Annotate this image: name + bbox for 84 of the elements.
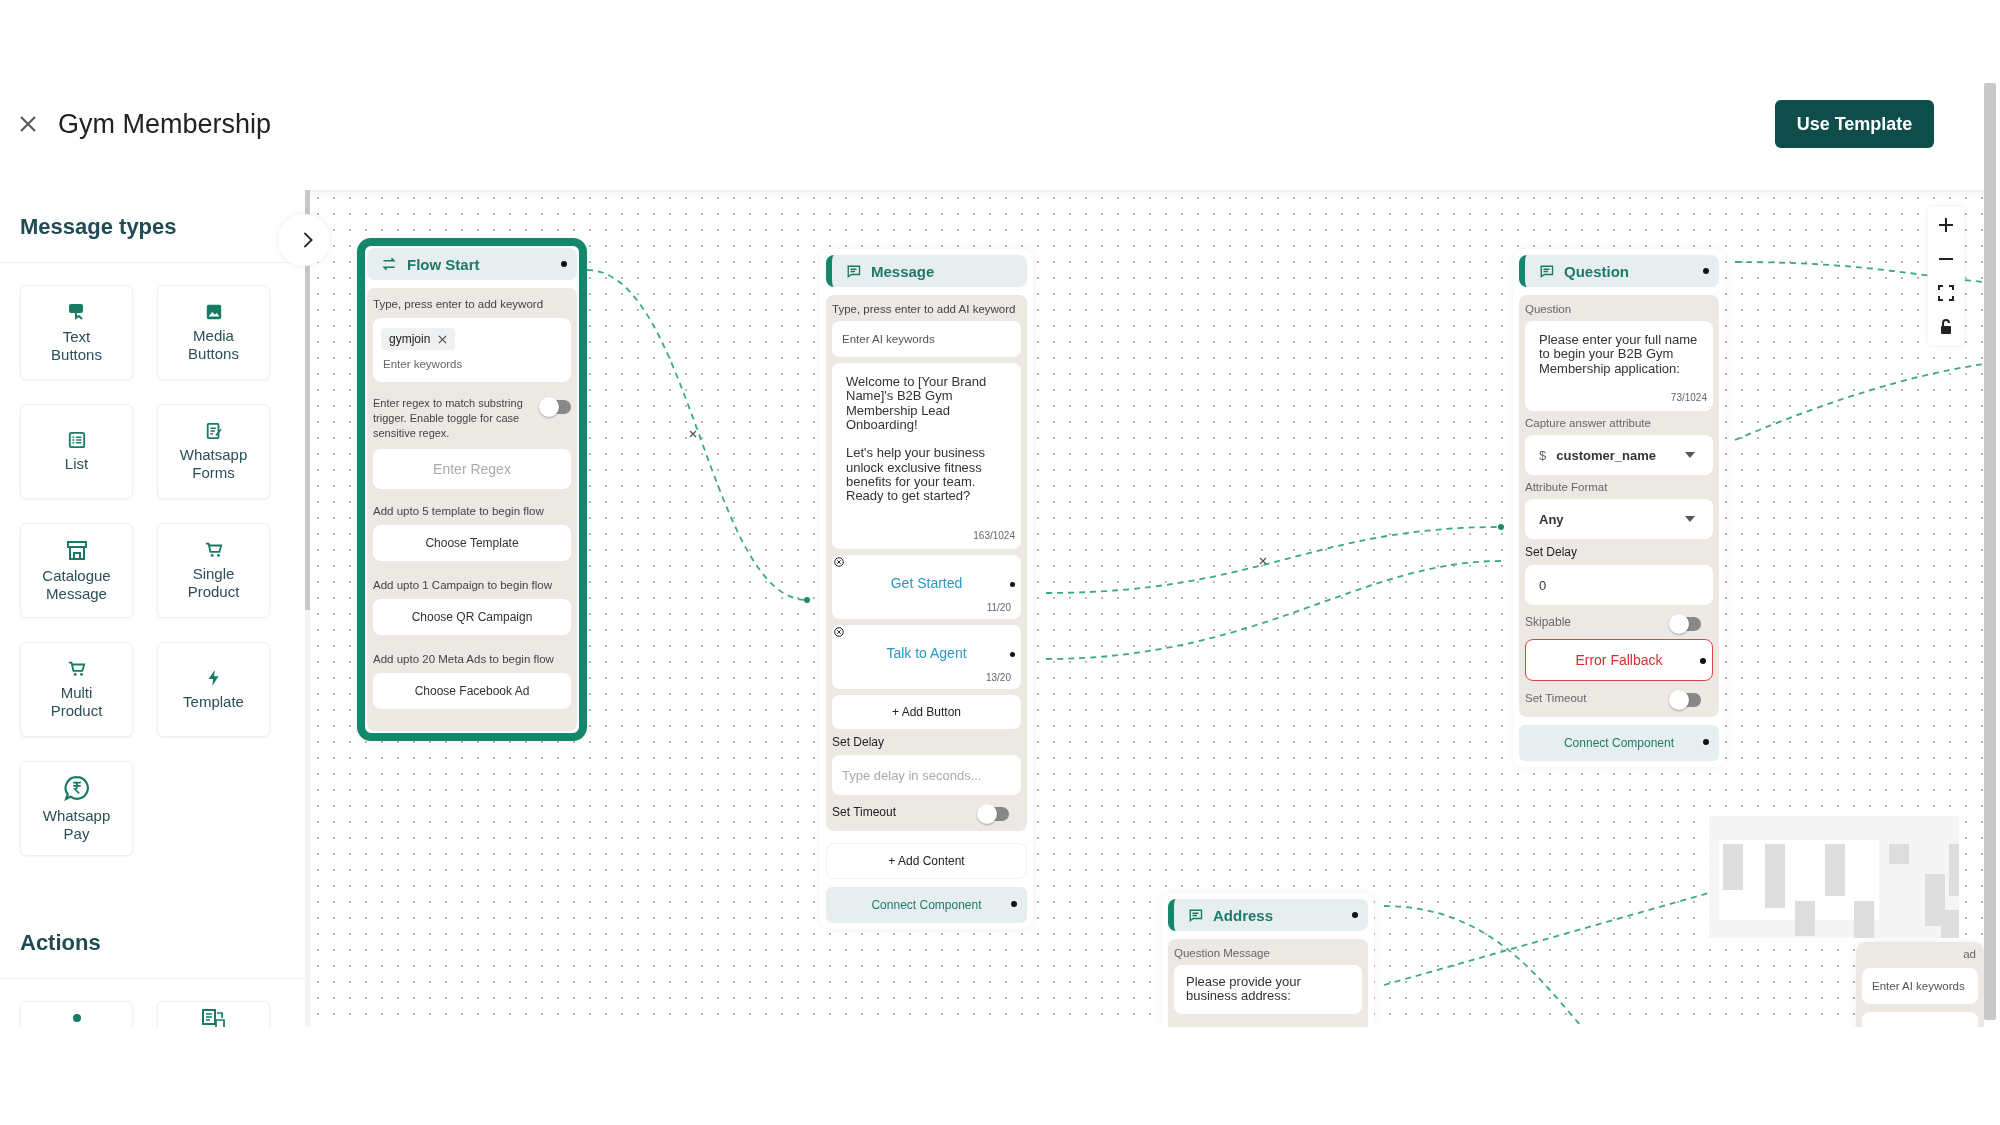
choose-button[interactable]: Choose QR Campaign <box>373 598 571 635</box>
page-title: Gym Membership <box>58 108 272 140</box>
message-type-card[interactable]: Whatsapp Forms <box>157 404 270 499</box>
reply-button[interactable]: Talk to Agent 13/20 <box>832 625 1021 689</box>
field-label: Skipable <box>1525 615 1572 629</box>
character-count: 13/20 <box>985 672 1011 683</box>
ai-keyword-field[interactable]: Enter AI keywords <box>1862 968 1978 1004</box>
question-text: Please enter your full name to begin your B2B Gym Membership application: <box>1539 333 1699 376</box>
field-label: Set Delay <box>1525 545 1579 559</box>
add-content-button[interactable]: + Add Content <box>826 843 1027 879</box>
question-text-field[interactable]: Please enter your full name to begin your B2B Gym Membership application: 73/1024 <box>1525 321 1713 411</box>
message-type-card[interactable]: Multi Product <box>20 642 133 737</box>
use-template-button[interactable]: Use Template <box>1775 100 1934 148</box>
node-header[interactable]: Flow Start <box>367 248 577 280</box>
address-node[interactable]: Address Question Message Please provide your business address: <box>1162 893 1374 1027</box>
attribute-dropdown[interactable]: $ customer_name <box>1525 435 1713 475</box>
field-label: Add upto 5 template to begin flow <box>373 504 545 517</box>
message-type-card[interactable]: Template <box>157 642 270 737</box>
keyword-chip[interactable]: gymjoin <box>381 328 456 350</box>
card-label: Whatsapp Forms <box>178 446 249 481</box>
node-header[interactable]: Question <box>1519 255 1719 287</box>
field-label: Attribute Format <box>1525 481 1609 493</box>
card-label: Whatsapp Pay <box>41 807 112 842</box>
message-text-field[interactable]: Welcome to [Your Brand Name]'s B2B Gym Membership Lead Onboarding! Let's help your business unlock exclusive fitness benefits for your team. Ready to get started? 163/1024 <box>832 363 1021 549</box>
field-label: Type, press enter to add keyword <box>373 298 545 310</box>
card-label: Single Product <box>186 565 241 600</box>
node-title: Address <box>1213 906 1274 924</box>
message-type-card[interactable]: Text Buttons <box>20 285 133 380</box>
field-label: Capture answer attribute <box>1525 417 1652 429</box>
message-type-card[interactable]: Whatsapp Pay <box>20 761 133 856</box>
card-label: Text Buttons <box>50 328 103 363</box>
character-count: 73/1024 <box>1670 392 1707 403</box>
message-type-card[interactable]: Media Buttons <box>157 285 270 380</box>
format-dropdown[interactable]: Any <box>1525 499 1713 539</box>
field-label: ad <box>1963 948 1977 960</box>
regex-hint: Enter regex to match substring trigger. Enable toggle for case sensitive regex. <box>373 396 524 441</box>
question-text: Please provide your business address: <box>1186 975 1302 1004</box>
keyword-placeholder: Enter keywords <box>382 358 464 370</box>
field-label: Add upto 20 Meta Ads to begin flow <box>373 652 555 665</box>
choose-button[interactable]: Choose Template <box>373 524 571 561</box>
field-label: Add upto 1 Campaign to begin flow <box>373 578 553 591</box>
field-label: Type, press enter to add AI keyword <box>832 303 1017 315</box>
fallback-label: Error Fallback <box>1575 652 1663 668</box>
delay-field[interactable]: 0 <box>1525 565 1713 605</box>
reply-button[interactable]: Get Started 11/20 <box>832 555 1021 619</box>
character-count: 163/1024 <box>973 530 1015 541</box>
node-title: Question <box>1564 262 1629 280</box>
button-label: Get Started <box>890 575 963 591</box>
message-type-card[interactable]: Single Product <box>157 523 270 618</box>
delay-field[interactable]: Type delay in seconds... <box>832 755 1021 795</box>
connect-label: Connect Component <box>1563 736 1675 750</box>
field-label: Set Delay <box>832 735 886 749</box>
node-header[interactable]: Address <box>1168 899 1368 931</box>
field-label: Question <box>1525 303 1573 315</box>
regex-field[interactable]: Enter Regex <box>373 448 571 489</box>
question-text-field[interactable]: Please provide your business address: <box>1174 965 1362 1014</box>
field-label: Set Timeout <box>832 805 897 819</box>
attribute-value: customer_name <box>1556 447 1656 463</box>
format-value: Any <box>1539 511 1564 527</box>
ai-keyword-field[interactable]: Enter AI keywords <box>832 321 1021 357</box>
node-title: Flow Start <box>407 255 480 273</box>
message-text: Welcome to [Your Brand Name]'s B2B Gym Membership Lead Onboarding! Let's help your business unlock exclusive fitness benefits for your team. Ready to get started? <box>846 375 988 504</box>
dollar-sign: $ <box>1539 447 1547 463</box>
field-label: Set Timeout <box>1525 692 1587 704</box>
add-button[interactable]: + Add Button <box>832 695 1021 729</box>
message-type-card[interactable]: Catalogue Message <box>20 523 133 618</box>
card-label: Multi Product <box>49 684 104 719</box>
choose-button[interactable]: Choose Facebook Ad <box>373 672 571 709</box>
character-count: 11/20 <box>986 602 1011 613</box>
button-label: Talk to Agent <box>886 645 967 661</box>
node-header[interactable]: Message <box>826 255 1027 287</box>
keyword-field[interactable]: gymjoin Enter keywords <box>373 318 571 382</box>
card-label: Template <box>183 692 244 711</box>
connect-component-button[interactable]: Connect Component <box>1519 725 1719 761</box>
error-fallback-button[interactable]: Error Fallback <box>1525 639 1713 681</box>
card-label: Media Buttons <box>187 327 240 362</box>
message-type-card[interactable]: List <box>20 404 133 499</box>
card-label: Catalogue Message <box>41 567 112 602</box>
message-node[interactable]: ad Enter AI keywords <box>1856 942 1984 1027</box>
connect-component-button[interactable]: Connect Component <box>826 887 1027 923</box>
connect-label: Connect Component <box>871 898 982 912</box>
node-title: Message <box>871 262 935 280</box>
card-label: List <box>64 454 89 473</box>
field-label: Question Message <box>1174 947 1271 959</box>
